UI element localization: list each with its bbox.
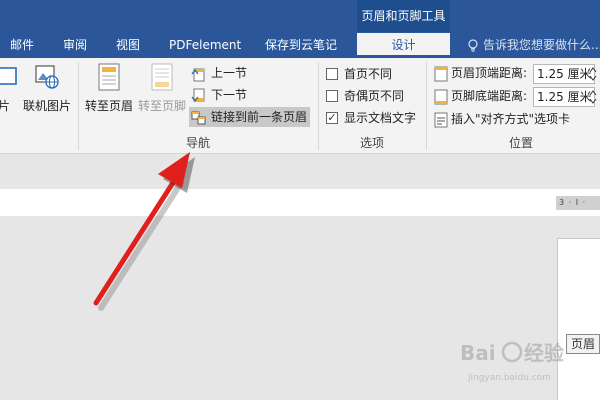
lightbulb-icon [468, 38, 478, 52]
go-to-header-button[interactable]: 转至页眉 [84, 62, 134, 113]
footer-from-bottom-label: 页脚底端距离: [451, 89, 528, 103]
baidu-jingyan-watermark: Bai 经验 jingyan.baidu.com [460, 341, 564, 383]
header-from-top-row: 页眉顶端距离: [434, 63, 527, 83]
go-to-header-icon [98, 63, 120, 91]
tell-me-search[interactable]: 告诉我您想要做什么... [466, 36, 600, 54]
footer-spinner-icon[interactable] [588, 87, 598, 107]
group-divider [78, 62, 79, 150]
tab-review[interactable]: 审阅 [63, 36, 87, 54]
picture-icon [0, 67, 17, 85]
tab-save-to-cloud-notes[interactable]: 保存到云笔记 [265, 36, 337, 54]
footer-from-bottom-row: 页脚底端距离: [434, 86, 527, 106]
link-to-previous-label: 链接到前一条页眉 [211, 110, 308, 124]
tab-view[interactable]: 视图 [116, 36, 140, 54]
ruler-marks: 3 · I · [556, 196, 600, 210]
header-spinner-icon[interactable] [588, 64, 598, 84]
watermark-brand2: 经验 [524, 341, 564, 365]
checkmark-icon: ✓ [326, 110, 338, 124]
tab-mailings[interactable]: 邮件 [10, 36, 34, 54]
insert-alignment-tab-button[interactable]: 插入"对齐方式"选项卡 [434, 109, 570, 129]
group-divider [318, 62, 319, 150]
header-from-top-input[interactable]: 1.25 厘米 [533, 64, 595, 84]
alignment-tab-icon [434, 112, 448, 127]
go-to-footer-button[interactable]: 转至页脚 [137, 62, 187, 113]
tab-design[interactable]: 设计 [357, 33, 450, 55]
online-pictures-button[interactable]: 联机图片 [22, 62, 72, 113]
position-group-label: 位置 [509, 136, 534, 150]
navigation-group-label: 导航 [186, 136, 211, 150]
watermark-brand: Bai [460, 341, 496, 365]
link-to-previous-button[interactable]: 链接到前一条页眉 [189, 107, 311, 127]
ribbon-panel: 片 联机图片 转至页眉 转至页脚 上一节 下一节 链接到前一条页眉 导航 首页不… [0, 58, 600, 154]
next-section-button[interactable]: 下一节 [191, 86, 247, 104]
footer-position-icon [434, 89, 448, 104]
link-to-previous-icon [191, 111, 206, 124]
options-group-label: 选项 [360, 136, 385, 150]
insert-alignment-tab-label: 插入"对齐方式"选项卡 [451, 112, 571, 126]
next-section-label: 下一节 [211, 88, 248, 102]
go-to-footer-label: 转至页脚 [137, 99, 186, 113]
odd-even-pages-label: 奇偶页不同 [344, 89, 405, 103]
ribbon-tab-bar: 页眉和页脚工具 邮件 审阅 视图 PDFelement 保存到云笔记 设计 告诉… [0, 0, 600, 58]
online-picture-icon [35, 65, 59, 89]
online-pictures-label: 联机图片 [22, 99, 71, 113]
header-footer-tools-title: 页眉和页脚工具 [357, 0, 450, 32]
red-annotation-arrow [93, 152, 195, 311]
header-position-icon [434, 66, 448, 81]
group-divider [426, 62, 427, 150]
tell-me-text: 告诉我您想要做什么... [483, 38, 600, 52]
previous-section-button[interactable]: 上一节 [191, 64, 247, 82]
different-first-page-checkbox[interactable]: 首页不同 [326, 66, 392, 82]
show-document-text-label: 显示文档文字 [344, 111, 417, 125]
tab-pdfelement[interactable]: PDFelement [169, 36, 241, 54]
odd-even-pages-checkbox[interactable]: 奇偶页不同 [326, 88, 404, 104]
header-from-top-label: 页眉顶端距离: [451, 66, 528, 80]
watermark-url: jingyan.baidu.com [467, 373, 551, 383]
previous-section-icon [191, 68, 205, 81]
previous-section-label: 上一节 [211, 66, 248, 80]
odd-even-pages-box [326, 89, 338, 102]
picture-label: 片 [0, 99, 10, 113]
show-document-text-checkbox[interactable]: ✓ 显示文档文字 [326, 110, 416, 126]
paw-icon [501, 341, 523, 363]
different-first-page-label: 首页不同 [344, 67, 393, 81]
different-first-page-box [326, 67, 338, 80]
go-to-header-label: 转至页眉 [84, 99, 133, 113]
next-section-icon [191, 88, 205, 102]
go-to-footer-icon [151, 63, 173, 91]
footer-from-bottom-input[interactable]: 1.25 厘米 [533, 87, 595, 107]
picture-button[interactable]: 片 [0, 62, 17, 113]
